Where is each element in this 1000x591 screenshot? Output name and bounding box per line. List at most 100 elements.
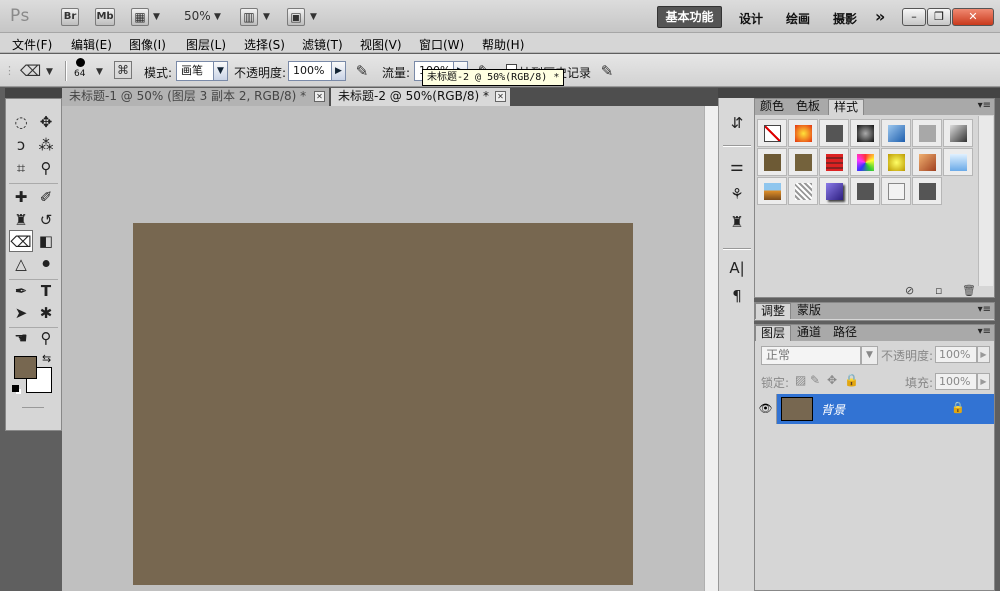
style-swatch[interactable] [757, 177, 787, 205]
screen-mode-button[interactable]: ▣ [287, 8, 305, 26]
menu-image[interactable]: 图像(I) [129, 36, 166, 53]
quick-mask-icon[interactable] [22, 407, 44, 408]
style-swatch[interactable] [881, 148, 911, 176]
style-swatch[interactable] [912, 119, 942, 147]
mode-dropdown-arrow-icon[interactable]: ▼ [213, 61, 228, 81]
style-swatch[interactable] [912, 177, 942, 205]
opacity-pressure-icon[interactable]: ✎ [352, 61, 372, 81]
menu-file[interactable]: 文件(F) [12, 36, 52, 53]
type-tool-icon[interactable]: T [34, 280, 58, 302]
opacity-slider-arrow-icon[interactable]: ▶ [331, 61, 346, 81]
style-swatch[interactable] [881, 177, 911, 205]
shape-tool-icon[interactable]: ✱ [34, 302, 58, 324]
menu-select[interactable]: 选择(S) [244, 36, 285, 53]
arrange-documents-button[interactable]: ▥ [240, 8, 258, 26]
foreground-color-swatch[interactable] [14, 356, 37, 379]
blur-tool-icon[interactable]: △ [9, 253, 33, 275]
tab-document-2-close-icon[interactable]: ✕ [495, 91, 506, 102]
tab-masks[interactable]: 蒙版 [792, 303, 826, 319]
menu-filter[interactable]: 滤镜(T) [302, 36, 343, 53]
tool-preset-caret-icon[interactable]: ▼ [46, 67, 53, 77]
style-swatch[interactable] [788, 148, 818, 176]
tab-layers[interactable]: 图层 [755, 325, 792, 341]
style-swatch-none[interactable] [757, 119, 787, 147]
crop-tool-icon[interactable]: ⌗ [9, 157, 33, 179]
gradient-tool-icon[interactable]: ◧ [34, 230, 58, 252]
layer-visibility-eye-icon[interactable]: 👁 [755, 394, 777, 424]
view-extras-button[interactable]: ▦ [131, 8, 149, 26]
fill-arrow-icon[interactable]: ▶ [977, 373, 990, 390]
style-swatch[interactable] [757, 148, 787, 176]
lasso-tool-icon[interactable]: ↄ [9, 134, 33, 156]
tab-document-1-close-icon[interactable]: ✕ [314, 91, 325, 102]
tab-color[interactable]: 颜色 [755, 99, 789, 115]
tab-swatches[interactable]: 色板 [791, 99, 825, 115]
styles-scrollbar[interactable] [978, 116, 993, 286]
style-swatch[interactable] [850, 177, 880, 205]
style-swatch[interactable] [943, 119, 973, 147]
lock-transparent-icon[interactable]: ▨ [795, 373, 806, 387]
toolbox-header[interactable] [5, 88, 62, 98]
tab-paths[interactable]: 路径 [828, 325, 862, 341]
blend-mode-arrow-icon[interactable]: ▼ [861, 346, 878, 365]
style-swatch[interactable] [943, 148, 973, 176]
lock-position-icon[interactable]: ✥ [827, 373, 837, 387]
brush-tool-icon[interactable]: ✐ [34, 186, 58, 208]
bridge-button[interactable]: Br [61, 8, 79, 26]
layer-row-background[interactable]: 👁 背景 🔒 [755, 394, 994, 424]
character-panel-icon[interactable]: A| [727, 258, 747, 278]
style-swatch[interactable] [850, 119, 880, 147]
tab-adjustments[interactable]: 调整 [755, 303, 792, 319]
style-swatch[interactable] [819, 119, 849, 147]
path-selection-tool-icon[interactable]: ➤ [9, 302, 33, 324]
brush-panel-toggle-icon[interactable]: ⌘ [114, 61, 132, 79]
style-swatch[interactable] [788, 119, 818, 147]
layer-opacity-input[interactable]: 100% [935, 346, 977, 363]
dodge-tool-icon[interactable]: ⚫ [34, 253, 58, 275]
marquee-tool-icon[interactable]: ◌ [9, 111, 33, 133]
tab-document-1[interactable]: 未标题-1 @ 50% (图层 3 副本 2, RGB/8) * ✕ [62, 88, 329, 106]
hand-tool-icon[interactable]: ☚ [9, 327, 33, 349]
document-canvas[interactable] [133, 223, 633, 585]
panel-strip-header[interactable] [718, 88, 754, 98]
zoom-tool-icon[interactable]: ⚲ [34, 327, 58, 349]
minimize-button[interactable]: – [902, 8, 926, 26]
canvas-vertical-scrollbar[interactable] [704, 106, 718, 591]
style-swatch[interactable] [819, 177, 849, 205]
screen-mode-caret-icon[interactable]: ▼ [310, 12, 317, 22]
menu-view[interactable]: 视图(V) [360, 36, 402, 53]
clone-source-panel-icon[interactable]: ♜ [727, 212, 747, 232]
layers-panel-menu-icon[interactable]: ▾≡ [978, 326, 991, 337]
size-pressure-icon[interactable]: ✎ [597, 61, 617, 81]
brush-presets-panel-icon[interactable]: ⚌ [727, 156, 747, 176]
history-panel-icon[interactable]: ⇵ [727, 113, 747, 133]
style-swatch[interactable] [819, 148, 849, 176]
brush-panel-icon[interactable]: ⚘ [727, 184, 747, 204]
close-button[interactable]: ✕ [952, 8, 994, 26]
layer-name[interactable]: 背景 [821, 401, 845, 418]
lock-all-icon[interactable]: 🔒 [844, 373, 859, 387]
move-tool-icon[interactable]: ✥ [34, 111, 58, 133]
menu-help[interactable]: 帮助(H) [482, 36, 524, 53]
arrange-caret-icon[interactable]: ▼ [263, 12, 270, 22]
mini-bridge-button[interactable]: Mb [95, 8, 115, 26]
layer-thumbnail[interactable] [781, 397, 813, 421]
brush-tip-icon[interactable] [76, 58, 85, 67]
zoom-caret-icon[interactable]: ▼ [214, 12, 221, 22]
workspace-design-button[interactable]: 设计 [739, 10, 763, 27]
mode-select[interactable]: 画笔 [176, 61, 214, 81]
workspace-essentials-button[interactable]: 基本功能 [657, 6, 722, 28]
clone-stamp-tool-icon[interactable]: ♜ [9, 209, 33, 231]
tab-channels[interactable]: 通道 [792, 325, 826, 341]
tab-styles[interactable]: 样式 [828, 99, 865, 115]
eraser-tool-preset-icon[interactable]: ⌫ [20, 61, 41, 81]
opacity-input[interactable]: 100% [288, 61, 332, 81]
workspace-photography-button[interactable]: 摄影 [833, 10, 857, 27]
style-swatch[interactable] [788, 177, 818, 205]
style-swatch[interactable] [881, 119, 911, 147]
workspace-painting-button[interactable]: 绘画 [786, 10, 810, 27]
view-extras-caret-icon[interactable]: ▼ [153, 12, 160, 22]
lock-image-icon[interactable]: ✎ [810, 373, 820, 387]
healing-brush-tool-icon[interactable]: ✚ [9, 186, 33, 208]
zoom-level[interactable]: 50% [184, 9, 211, 23]
